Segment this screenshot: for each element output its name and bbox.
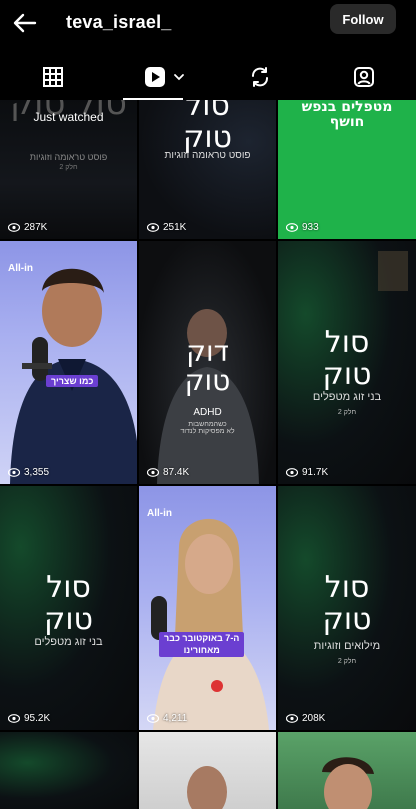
reel-title: סול טוק [44,570,93,637]
reels-play-icon [145,67,165,87]
person-silhouette [322,757,374,809]
grid-icon [43,67,63,87]
view-count-text: 208K [302,713,326,724]
eye-icon [286,714,298,723]
reel-title: מטפלים בנפש חושף [301,100,393,130]
reel-title: דוק טוק [184,335,231,398]
reel-subtitle: מילואים וזוגיות [313,640,381,652]
video-caption: כמו שצריך [46,375,99,387]
repost-icon [252,67,268,87]
view-count-text: 287K [24,222,48,233]
reel-description: כשהמחשבות לא מפסיקות לנדוד [180,421,235,435]
eye-icon [8,468,20,477]
reel-subtitle: בני זוג מטפלים [34,636,103,648]
reel-tile[interactable]: סול טוק Just watched פוסט טראומה וזוגיות… [0,100,137,239]
view-count: 91.7K [286,467,328,478]
reel-subtitle: בני זוג מטפלים [312,391,382,403]
reel-tile[interactable] [139,732,276,809]
eye-icon [147,468,159,477]
view-count: 251K [147,222,186,233]
profile-username: teva_israel_ [66,12,172,32]
reel-tile[interactable]: דוק טוק ADHD כשהמחשבות לא מפסיקות לנדוד … [139,241,276,484]
tagged-person-icon [354,67,374,87]
tab-reels[interactable] [140,62,188,92]
back-arrow-icon[interactable] [10,8,40,38]
view-count-text: 251K [163,222,187,233]
channel-logo: All-in [147,508,172,519]
profile-tabs [0,56,416,100]
view-count-text: 95.2K [24,713,51,724]
reel-tile[interactable]: סול טוק מילואים וזוגיות חלק 2 208K [278,486,416,730]
just-watched-badge: Just watched [33,110,104,124]
reel-tile[interactable] [278,732,416,809]
reel-tile[interactable]: מטפלים בנפש חושף 933 [278,100,416,239]
tab-tagged[interactable] [352,62,376,92]
reel-subtitle: פוסט טראומה וזוגיות [164,150,251,161]
view-count-text: 4,211 [163,713,188,724]
reel-title: סול טוק [183,100,232,155]
reel-tile[interactable]: סול טוק פוסט טראומה וזוגיות 251K [139,100,276,239]
reel-subtitle: ADHD [193,407,222,418]
view-count: 287K [8,222,47,233]
person-silhouette [10,268,137,484]
view-count: 933 [286,222,319,233]
reel-title: סול טוק [322,570,372,637]
reel-part-label: חלק 2 [59,164,78,171]
eye-icon [8,223,20,232]
follow-button[interactable]: Follow [330,4,396,34]
channel-logo: All-in [8,263,33,274]
person-silhouette [187,766,227,809]
reel-tile[interactable]: סול טוק בני זוג מטפלים חלק 2 91.7K [278,241,416,484]
background-lamp [378,251,408,291]
reel-tile[interactable]: All-in כמו שצריך 3,355 [0,241,137,484]
tab-reposts[interactable] [248,62,272,92]
video-caption: ה-7 באוקטובר כבר מאחורינו [159,632,245,658]
tab-grid[interactable] [38,62,68,92]
profile-header: teva_israel_ Follow [0,0,416,50]
chevron-down-icon [174,74,184,81]
view-count-text: 933 [302,222,319,233]
reel-tile[interactable]: All-in ה-7 באוקטובר כבר מאחורינו 4,211 [139,486,276,730]
view-count-text: 91.7K [302,467,329,478]
view-count: 3,355 [8,467,49,478]
view-count: 95.2K [8,713,50,724]
view-count: 208K [286,713,325,724]
view-count-text: 87.4K [163,467,190,478]
view-count: 4,211 [147,713,187,724]
eye-icon [147,223,159,232]
reel-subtitle: פוסט טראומה וזוגיות [29,152,108,162]
eye-icon [147,714,159,723]
eye-icon [8,714,20,723]
reel-tile[interactable]: סול טוק בני זוג מטפלים 95.2K [0,486,137,730]
person-silhouette [151,518,269,730]
reel-tile[interactable] [0,732,137,809]
reel-part-label: חלק 2 [337,409,357,416]
eye-icon [286,223,298,232]
reel-title: סול טוק [322,325,372,392]
view-count-text: 3,355 [24,467,50,478]
reel-part-label: חלק 2 [337,658,357,665]
view-count: 87.4K [147,467,189,478]
reels-grid: סול טוק Just watched פוסט טראומה וזוגיות… [0,100,416,809]
eye-icon [286,468,298,477]
